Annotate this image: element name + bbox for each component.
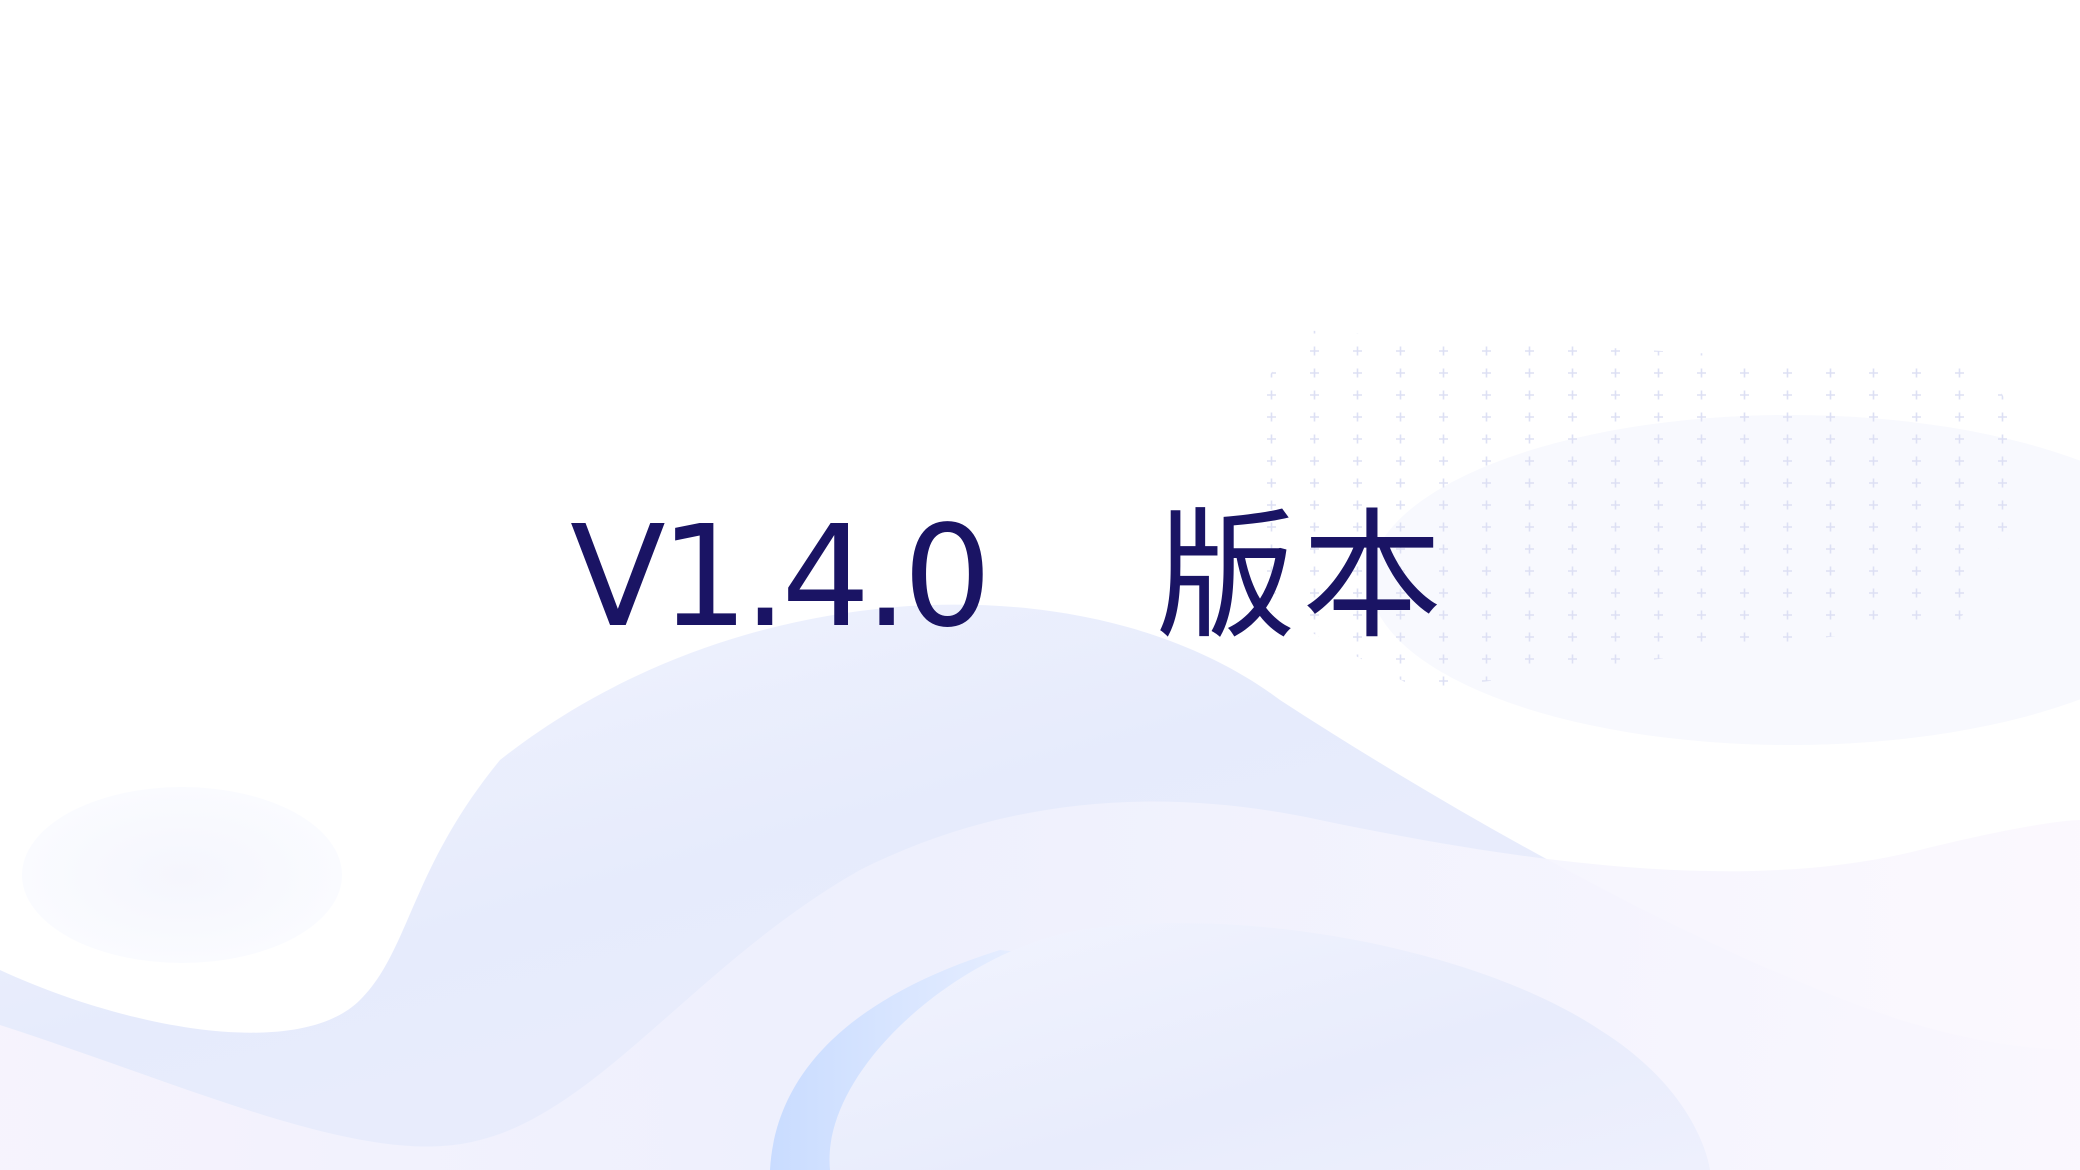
version-word: 版本 — [1156, 496, 1449, 659]
version-number: V1.4.0 — [570, 496, 992, 659]
version-title: V1.4.0 版本 — [570, 508, 1448, 648]
left-blob-shape — [22, 787, 342, 963]
slide: V1.4.0 版本 — [0, 0, 2080, 1170]
